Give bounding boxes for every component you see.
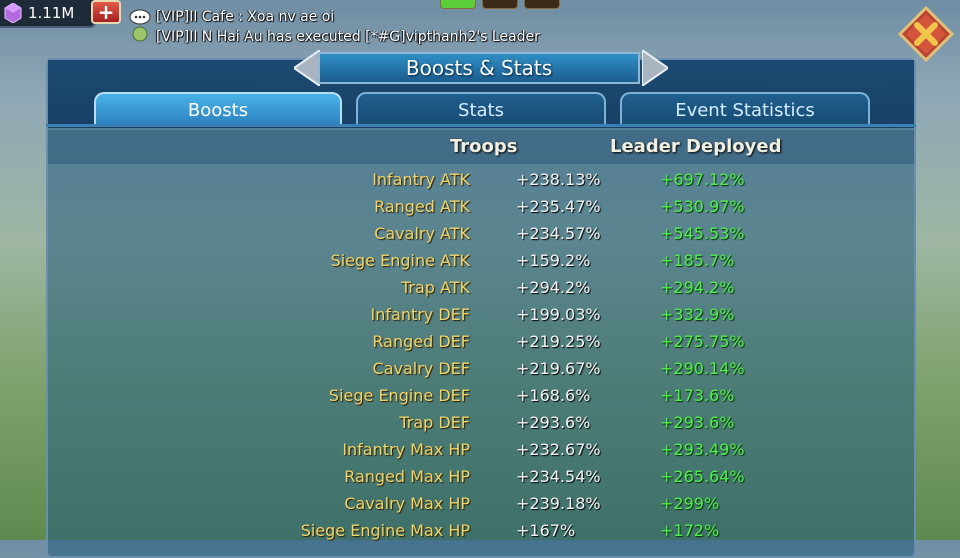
stat-name: Trap ATK — [400, 278, 470, 297]
stat-name: Ranged Max HP — [344, 467, 470, 486]
table-row: Cavalry DEF +219.67% +290.14% — [48, 355, 914, 382]
table-row: Cavalry ATK +234.57% +545.53% — [48, 220, 914, 247]
close-icon[interactable] — [898, 6, 954, 62]
leader-value: +265.64% — [660, 467, 745, 486]
gem-counter: 1.11M — [0, 0, 96, 28]
table-row: Infantry DEF +199.03% +332.9% — [48, 301, 914, 328]
table-row: Ranged DEF +219.25% +275.75% — [48, 328, 914, 355]
page-pip-1 — [440, 0, 476, 9]
troops-value: +234.54% — [516, 467, 601, 486]
tab-boosts[interactable]: Boosts — [94, 92, 342, 126]
leader-value: +173.6% — [660, 386, 735, 405]
troops-value: +159.2% — [516, 251, 591, 270]
leader-value: +294.2% — [660, 278, 735, 297]
gem-count: 1.11M — [28, 4, 75, 22]
troops-value: +199.03% — [516, 305, 601, 324]
leader-value: +185.7% — [660, 251, 735, 270]
table-row: Infantry ATK +238.13% +697.12% — [48, 166, 914, 193]
column-header-leader: Leader Deployed — [610, 136, 782, 157]
leader-value: +697.12% — [660, 170, 745, 189]
chat-message-2[interactable]: [VIP]II N Hai Au has executed [*#G]vipth… — [156, 29, 540, 45]
stat-name: Cavalry Max HP — [344, 494, 470, 513]
stat-name: Siege Engine ATK — [330, 251, 470, 270]
leader-value: +332.9% — [660, 305, 735, 324]
tab-event-statistics[interactable]: Event Statistics — [620, 92, 870, 126]
table-row: Trap ATK +294.2% +294.2% — [48, 274, 914, 301]
stat-name: Siege Engine DEF — [328, 386, 470, 405]
page-pip-2 — [482, 0, 518, 9]
table-row: Siege Engine DEF +168.6% +173.6% — [48, 382, 914, 409]
stat-name: Siege Engine Max HP — [300, 521, 470, 540]
arrow-left-icon — [294, 50, 320, 86]
leader-value: +293.49% — [660, 440, 745, 459]
troops-value: +239.18% — [516, 494, 601, 513]
gem-icon — [4, 3, 22, 23]
troops-value: +167% — [516, 521, 576, 540]
table-row: Ranged ATK +235.47% +530.97% — [48, 193, 914, 220]
table-row: Cavalry Max HP +239.18% +299% — [48, 490, 914, 517]
troops-value: +293.6% — [516, 413, 591, 432]
troops-value: +234.57% — [516, 224, 601, 243]
stat-name: Ranged ATK — [374, 197, 470, 216]
arrow-right-icon — [642, 50, 668, 86]
troops-value: +219.67% — [516, 359, 601, 378]
table-row: Infantry Max HP +232.67% +293.49% — [48, 436, 914, 463]
add-gems-button[interactable]: + — [91, 0, 121, 24]
stat-name: Infantry DEF — [370, 305, 470, 324]
table-row: Siege Engine ATK +159.2% +185.7% — [48, 247, 914, 274]
stat-name: Ranged DEF — [372, 332, 470, 351]
page-indicator — [440, 0, 560, 9]
leader-value: +172% — [660, 521, 720, 540]
panel-title: Boosts & Stats — [405, 56, 553, 80]
stat-name: Cavalry ATK — [374, 224, 470, 243]
leader-value: +275.75% — [660, 332, 745, 351]
troops-value: +168.6% — [516, 386, 591, 405]
chat-message-1[interactable]: [VIP]II Cafe : Xoa nv ae oi — [156, 9, 334, 25]
stat-name: Infantry Max HP — [342, 440, 470, 459]
stat-name: Cavalry DEF — [372, 359, 470, 378]
leader-value: +299% — [660, 494, 720, 513]
table-row: Ranged Max HP +234.54% +265.64% — [48, 463, 914, 490]
panel-title-plate: Boosts & Stats — [318, 52, 640, 84]
troops-value: +294.2% — [516, 278, 591, 297]
leader-value: +545.53% — [660, 224, 745, 243]
troops-value: +219.25% — [516, 332, 601, 351]
column-header-troops: Troops — [450, 136, 518, 157]
leader-value: +530.97% — [660, 197, 745, 216]
stat-name: Infantry ATK — [372, 170, 470, 189]
chat-bubble-icon — [129, 9, 151, 42]
tab-stats[interactable]: Stats — [356, 92, 606, 126]
tab-underline — [46, 124, 916, 127]
troops-value: +232.67% — [516, 440, 601, 459]
stat-name: Trap DEF — [399, 413, 470, 432]
leader-value: +290.14% — [660, 359, 745, 378]
table-row: Trap DEF +293.6% +293.6% — [48, 409, 914, 436]
page-pip-3 — [524, 0, 560, 9]
troops-value: +238.13% — [516, 170, 601, 189]
troops-value: +235.47% — [516, 197, 601, 216]
leader-value: +293.6% — [660, 413, 735, 432]
